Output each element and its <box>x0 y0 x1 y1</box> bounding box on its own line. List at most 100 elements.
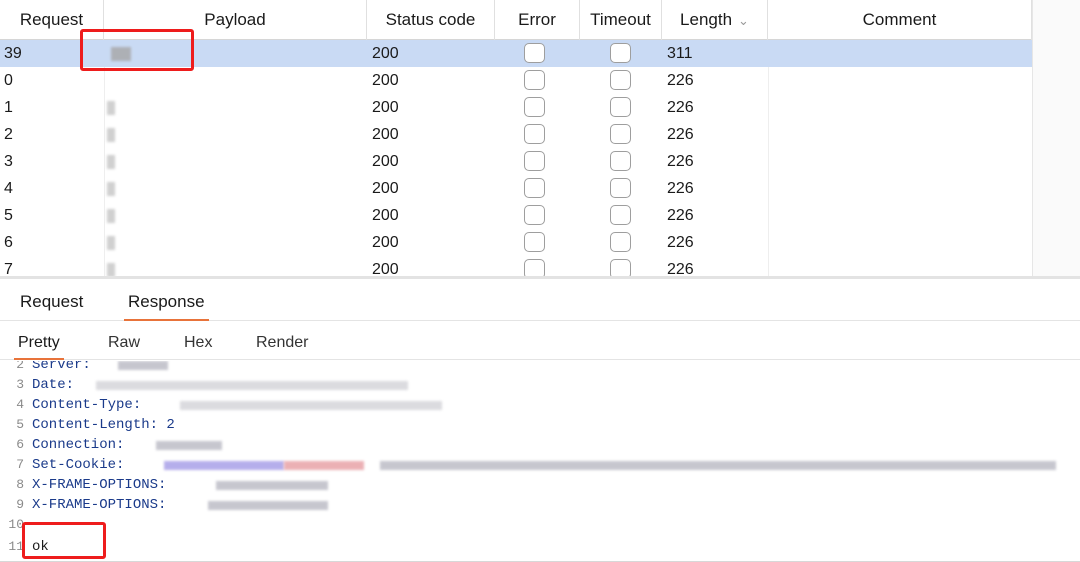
table-row[interactable]: 6 200 226 <box>0 229 1032 256</box>
column-label: Status code <box>385 10 476 29</box>
tab-raw[interactable]: Raw <box>104 322 144 360</box>
cell-status-code: 200 <box>372 261 399 276</box>
checkbox-icon <box>524 124 545 144</box>
code-line: 2 Server: <box>0 361 1080 375</box>
checkbox-icon <box>524 259 545 276</box>
redacted-value <box>216 481 328 490</box>
column-label: Comment <box>862 10 937 29</box>
cell-payload-redacted <box>107 101 115 115</box>
panel-tabs: Request Response <box>0 281 1080 321</box>
header-key: Connection: <box>32 437 125 453</box>
response-editor[interactable]: 2 Server: 3 Date: 4 Content-Type: 5 Cont… <box>0 361 1080 562</box>
checkbox-icon <box>610 70 631 90</box>
pane-splitter[interactable] <box>0 276 1080 279</box>
header-key: Set-Cookie: <box>32 457 125 473</box>
table-row[interactable]: 39 200 311 <box>0 40 1032 67</box>
cell-length: 226 <box>667 180 694 197</box>
cell-length: 311 <box>667 45 693 62</box>
table-row[interactable]: 7 200 226 <box>0 256 1032 276</box>
column-label: Request <box>19 10 84 29</box>
cell-request: 1 <box>4 99 13 116</box>
cell-payload-redacted <box>107 236 115 250</box>
column-header-payload[interactable]: Payload <box>104 0 367 40</box>
cell-length: 226 <box>667 207 694 224</box>
cell-payload-redacted <box>107 182 115 196</box>
line-number: 10 <box>8 517 24 532</box>
table-row[interactable]: 0 200 226 <box>0 67 1032 94</box>
header-key: X-FRAME-OPTIONS: <box>32 497 167 513</box>
redacted-value <box>96 381 408 390</box>
cell-length: 226 <box>667 126 694 143</box>
cell-status-code: 200 <box>372 72 399 89</box>
line-number: 2 <box>16 361 24 372</box>
table-row[interactable]: 1 200 226 <box>0 94 1032 121</box>
cell-request: 39 <box>4 45 22 62</box>
cell-length: 226 <box>667 72 694 89</box>
code-line: 6 Connection: <box>0 435 1080 455</box>
cell-request: 5 <box>4 207 13 224</box>
tab-request[interactable]: Request <box>16 281 87 321</box>
header-key: Content-Length: 2 <box>32 417 175 433</box>
column-header-timeout[interactable]: Timeout <box>580 0 662 40</box>
column-label: Length <box>680 10 733 29</box>
table-row[interactable]: 3 200 226 <box>0 148 1032 175</box>
redacted-value <box>208 501 328 510</box>
column-label: Error <box>518 10 556 29</box>
results-table: Request Payload Status code Error Timeou… <box>0 0 1080 276</box>
column-label: Timeout <box>590 10 651 29</box>
line-number: 8 <box>16 477 24 492</box>
cell-length: 226 <box>667 261 694 276</box>
cell-payload-redacted <box>107 128 115 142</box>
redacted-value <box>380 461 1056 470</box>
column-label: Payload <box>204 10 266 29</box>
checkbox-icon <box>524 70 545 90</box>
header-key: Server: <box>32 361 91 373</box>
tab-response[interactable]: Response <box>124 281 209 321</box>
cell-payload-redacted <box>107 263 115 276</box>
checkbox-icon <box>610 259 631 276</box>
column-header-error[interactable]: Error <box>495 0 580 40</box>
tab-pretty[interactable]: Pretty <box>14 322 64 360</box>
cell-request: 2 <box>4 126 13 143</box>
cell-request: 7 <box>4 261 13 276</box>
table-row[interactable]: 4 200 226 <box>0 175 1032 202</box>
column-header-comment[interactable]: Comment <box>768 0 1032 40</box>
column-header-status-code[interactable]: Status code <box>367 0 495 40</box>
side-panel <box>1032 0 1080 276</box>
code-line: 11 ok <box>0 537 1080 557</box>
table-row[interactable]: 2 200 226 <box>0 121 1032 148</box>
redacted-value <box>164 461 284 470</box>
redacted-value <box>118 361 168 370</box>
line-number: 6 <box>16 437 24 452</box>
view-tabs: Pretty Raw Hex Render <box>0 322 1080 360</box>
code-line: 8 X-FRAME-OPTIONS: <box>0 475 1080 495</box>
code-line: 9 X-FRAME-OPTIONS: <box>0 495 1080 515</box>
checkbox-icon <box>610 232 631 252</box>
column-header-length[interactable]: Length ⌄ <box>662 0 768 40</box>
cell-length: 226 <box>667 99 694 116</box>
tab-render[interactable]: Render <box>252 322 312 360</box>
line-number: 7 <box>16 457 24 472</box>
cell-payload-redacted <box>107 155 115 169</box>
redacted-value <box>156 441 222 450</box>
line-number: 11 <box>8 539 24 554</box>
cell-status-code: 200 <box>372 126 399 143</box>
column-header-request[interactable]: Request <box>0 0 104 40</box>
table-row[interactable]: 5 200 226 <box>0 202 1032 229</box>
checkbox-icon <box>610 151 631 171</box>
cell-length: 226 <box>667 153 694 170</box>
cell-status-code: 200 <box>372 99 399 116</box>
cell-request: 6 <box>4 234 13 251</box>
table-body: 39 200 311 0 200 226 1 200 226 2 200 226… <box>0 40 1032 276</box>
checkbox-icon <box>524 232 545 252</box>
line-number: 4 <box>16 397 24 412</box>
header-key: Content-Type: <box>32 397 142 413</box>
cell-status-code: 200 <box>372 180 399 197</box>
code-line: 3 Date: <box>0 375 1080 395</box>
header-key: X-FRAME-OPTIONS: <box>32 477 167 493</box>
cell-status-code: 200 <box>372 207 399 224</box>
code-line: 10 <box>0 515 1080 535</box>
tab-hex[interactable]: Hex <box>180 322 216 360</box>
cell-request: 0 <box>4 72 13 89</box>
line-number: 3 <box>16 377 24 392</box>
